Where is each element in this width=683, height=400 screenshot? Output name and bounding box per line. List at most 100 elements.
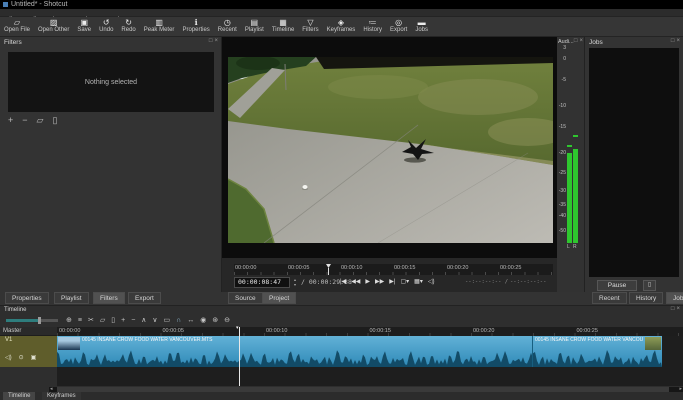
paste-filters-button[interactable]: ▯ [52,115,57,126]
hide-button[interactable]: ⊙ [19,354,24,362]
timeline-track-area[interactable]: 00145 INSANE CROW FOOD WATER VANCOUVER.M… [57,336,683,386]
mute-button[interactable]: ◁) [5,354,12,362]
timeline-playhead[interactable] [239,327,240,386]
float-panel-icon[interactable]: □ [671,306,675,312]
pause-jobs-button[interactable]: Pause [597,280,637,291]
current-timecode-field[interactable]: 00:00:08:47 [234,277,290,288]
close-panel-icon[interactable]: × [214,38,218,44]
skip-to-start-button[interactable]: |◀ [340,277,346,288]
save-button[interactable]: ▣ Save [73,17,95,34]
ripple-all-tracks-button[interactable]: ⊛ [212,315,218,326]
jobs-panel: Jobs □× Pause ▯ [585,37,683,292]
undo-button[interactable]: ↺ Undo [95,17,117,34]
lock-button[interactable]: ▣ [31,354,37,362]
toolbar-button-label: Undo [99,27,113,34]
keyframes-tab[interactable]: Keyframes [42,392,81,400]
grid-menu-button[interactable]: ▦▾ [414,277,423,288]
source-tab[interactable]: Source [228,292,263,304]
cut-button[interactable]: ✂ [88,315,94,326]
master-track-header[interactable]: Master [0,327,57,336]
audio-peak-meter-panel: Audi... □× 30-5-10-15-20-25-30-35-40-50 … [557,37,585,292]
timecode-spinner[interactable]: ▴ ▾ [292,277,298,288]
clip-filename: 00145 INSANE CROW FOOD WATER VANCOUVER.M… [535,337,643,343]
peak-meter-button[interactable]: ▥ Peak Meter [140,17,179,34]
timeline-ruler-tick: 00:00:25 [577,328,598,334]
fast-forward-button[interactable]: ▶▶ [375,277,384,288]
toolbar-button-label: Timeline [272,27,294,34]
keyframes-button[interactable]: ◈ Keyframes [323,17,360,34]
scrub-while-dragging-button[interactable]: ↔ [187,315,194,326]
volume-button[interactable]: ◁) [428,277,435,288]
close-panel-icon[interactable]: × [676,306,680,312]
filters-tab[interactable]: Filters [93,292,125,304]
jobs-button[interactable]: ▬ Jobs [411,17,432,34]
snap-button[interactable]: ∩ [176,315,181,326]
main-toolbar: ▱ Open File ▨ Open Other ▣ Save ↺ Undo ↻… [0,17,683,37]
playlist-tab[interactable]: Playlist [54,292,89,304]
player-ruler-tick: 00:00:15 [394,265,415,271]
copy-filters-button[interactable]: ▱ [37,115,44,126]
loop-menu-button[interactable]: ▢▾ [400,277,409,288]
export-tab[interactable]: Export [128,292,161,304]
history-button[interactable]: ≔ History [359,17,386,34]
timeline-ruler[interactable]: 00:00:0000:00:0500:00:1000:00:1500:00:20… [57,327,683,336]
v1-track-header[interactable]: V1 ◁)⊙▣ [0,336,57,367]
jobs-tab[interactable]: Jobs [666,292,683,304]
rewind-button[interactable]: ◀◀ [351,277,360,288]
timeline-tab[interactable]: Timeline [3,392,35,400]
remove-filter-button[interactable]: − [22,115,27,126]
spin-down-icon[interactable]: ▾ [294,282,296,287]
float-panel-icon[interactable]: □ [671,38,675,44]
lift-button[interactable]: ∧ [141,315,146,326]
open-other-button[interactable]: ▨ Open Other [34,17,73,34]
close-panel-icon[interactable]: × [676,38,680,44]
timeline-clip[interactable]: 00145 INSANE CROW FOOD WATER VANCOUVER.M… [533,336,662,367]
audio-panel-dock-icons: □× [572,38,583,45]
recent-tab[interactable]: Recent [592,292,627,304]
float-panel-icon[interactable]: □ [209,38,213,44]
properties-button[interactable]: ℹ Properties [178,17,213,34]
toolbar-button-label: Filters [302,27,318,34]
redo-button[interactable]: ↻ Redo [117,17,139,34]
db-scale-label: -25 [557,170,566,176]
add-filter-button[interactable]: + [8,115,13,126]
player-playhead[interactable] [326,264,331,275]
export-button[interactable]: ◎ Export [386,17,411,34]
toolbar-button-label: Redo [121,27,135,34]
timeline-clip[interactable]: 00145 INSANE CROW FOOD WATER VANCOUVER.M… [57,336,533,367]
history-tab[interactable]: History [629,292,663,304]
filters-button[interactable]: ▽ Filters [298,17,322,34]
float-panel-icon[interactable]: □ [574,38,578,44]
timeline-button[interactable]: ▦ Timeline [268,17,298,34]
zoom-timeline-in-button[interactable]: ⊕ [66,315,72,326]
timeline-zoom-slider[interactable] [6,319,58,322]
open-file-icon: ▱ [4,18,30,27]
zoom-slider-handle[interactable] [38,317,41,324]
timeline-ruler-tick: 00:00:20 [473,328,494,334]
play-button[interactable]: ▶ [365,277,370,288]
playlist-button[interactable]: ▤ Playlist [241,17,268,34]
properties-tab[interactable]: Properties [5,292,49,304]
toolbar-button-label: Jobs [415,27,428,34]
open-file-button[interactable]: ▱ Open File [0,17,34,34]
overwrite-button[interactable]: ∨ [152,315,157,326]
save-icon: ▣ [77,18,91,27]
skip-to-end-button[interactable]: ▶| [389,277,395,288]
close-panel-icon[interactable]: × [579,38,583,44]
channel-label-left: L [567,244,570,250]
project-tab[interactable]: Project [262,292,296,304]
undo-icon: ↺ [99,18,113,27]
ripple-button[interactable]: ◉ [200,315,206,326]
recent-button[interactable]: ◷ Recent [214,17,241,34]
timeline-menu-button[interactable]: ≡ [78,315,82,326]
ripple-delete-button[interactable]: − [131,315,135,326]
video-preview[interactable] [228,57,553,243]
copy-button[interactable]: ▱ [100,315,105,326]
zoom-timeline-out-button[interactable]: ⊖ [224,315,230,326]
player-seek-ruler[interactable]: 00:00:0000:00:0500:00:1000:00:1500:00:20… [234,264,553,275]
remove-job-button[interactable]: ▯ [643,280,656,291]
append-button[interactable]: + [121,315,125,326]
filters-toolbar: +−▱ ▯ [8,115,57,126]
paste-button[interactable]: ▯ [111,315,115,326]
split-button[interactable]: ▭ [164,315,171,326]
